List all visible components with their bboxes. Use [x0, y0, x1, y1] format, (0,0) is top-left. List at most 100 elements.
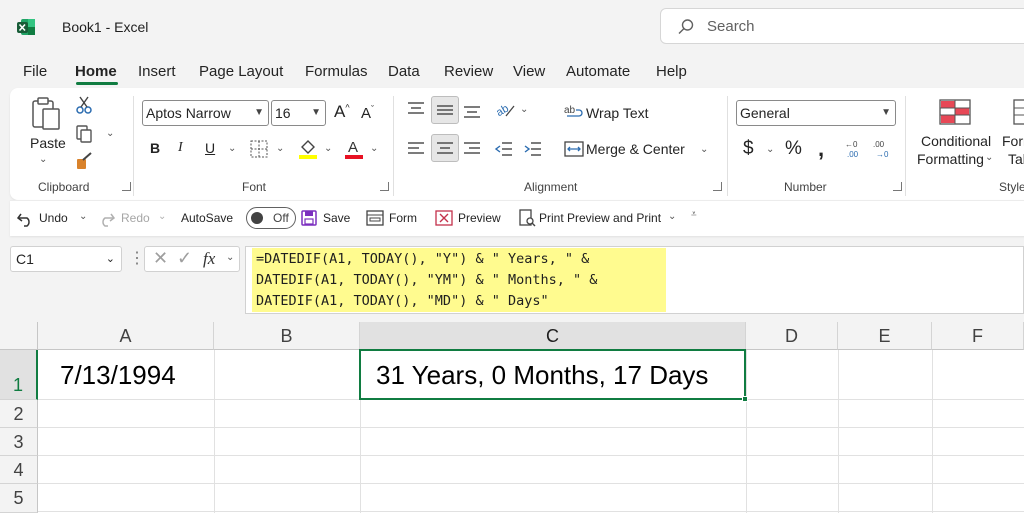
tab-page-layout[interactable]: Page Layout [199, 63, 283, 80]
column-header-f[interactable]: F [932, 322, 1024, 350]
tab-formulas[interactable]: Formulas [305, 63, 368, 80]
format-as-table-label[interactable]: Forr [1002, 133, 1024, 149]
font-family-select[interactable]: Aptos Narrow ▼ [142, 100, 269, 126]
redo-chevron-icon[interactable]: ⌄ [158, 211, 166, 222]
increase-font-icon[interactable]: A^ [334, 102, 350, 122]
tab-review[interactable]: Review [444, 63, 493, 80]
percent-icon[interactable]: % [785, 138, 802, 160]
more-options-icon[interactable]: ⋮ [129, 248, 145, 268]
save-icon[interactable] [300, 209, 318, 227]
paste-chevron-icon[interactable]: ⌄ [39, 154, 47, 165]
tab-home[interactable]: Home [75, 63, 117, 80]
format-as-table-icon[interactable] [1012, 98, 1024, 126]
row-header-2[interactable]: 2 [0, 400, 38, 428]
tab-help[interactable]: Help [656, 63, 687, 80]
insert-function-icon[interactable]: fx [203, 249, 215, 269]
bold-button[interactable]: B [150, 140, 160, 156]
number-format-select[interactable]: General ▼ [736, 100, 896, 126]
column-header-a[interactable]: A [38, 322, 214, 350]
row-header-5[interactable]: 5 [0, 484, 38, 513]
align-left-icon[interactable] [406, 140, 426, 158]
print-chevron-icon[interactable]: ⌄ [668, 211, 676, 222]
search-box[interactable]: Search [660, 8, 1024, 44]
increase-decimal-icon[interactable]: ←0.00 [844, 138, 866, 160]
align-right-icon[interactable] [462, 140, 482, 158]
format-painter-icon[interactable] [74, 151, 94, 171]
wrap-text-icon[interactable]: ab [564, 102, 584, 120]
orientation-icon[interactable]: ab [494, 100, 516, 120]
clipboard-launcher-icon[interactable] [122, 182, 131, 191]
number-launcher-icon[interactable] [893, 182, 902, 191]
conditional-chevron-icon[interactable]: ⌄ [985, 152, 993, 163]
tab-file[interactable]: File [23, 63, 47, 80]
underline-button[interactable]: U [205, 140, 215, 156]
conditional-formatting-icon[interactable] [938, 98, 972, 126]
select-all-corner[interactable] [0, 322, 38, 350]
name-box[interactable]: C1 ⌄ [10, 246, 122, 272]
align-center-button[interactable] [431, 134, 459, 162]
format-as-table-sub[interactable]: Tab [1008, 151, 1024, 167]
autosave-toggle[interactable]: Off [246, 207, 296, 229]
italic-button[interactable]: I [178, 140, 183, 156]
undo-button[interactable]: Undo [39, 211, 68, 225]
font-color-icon[interactable]: A [344, 138, 364, 160]
print-preview-icon[interactable] [518, 209, 536, 227]
conditional-formatting-sub[interactable]: Formatting [917, 151, 984, 167]
column-header-b[interactable]: B [214, 322, 360, 350]
customize-qat-icon[interactable]: ⩡ [691, 209, 697, 220]
redo-icon[interactable] [98, 210, 116, 228]
copy-icon[interactable] [74, 124, 94, 144]
cancel-icon[interactable]: ✕ [153, 248, 168, 269]
fill-color-chevron-icon[interactable]: ⌄ [324, 143, 332, 154]
fx-chevron-icon[interactable]: ⌄ [226, 252, 234, 263]
column-header-c[interactable]: C [360, 322, 746, 350]
currency-icon[interactable]: $ [743, 138, 754, 160]
print-preview-button[interactable]: Print Preview and Print [539, 211, 661, 225]
form-icon[interactable] [366, 210, 384, 226]
align-middle-button[interactable] [431, 96, 459, 124]
tab-view[interactable]: View [513, 63, 545, 80]
undo-chevron-icon[interactable]: ⌄ [79, 211, 87, 222]
form-button[interactable]: Form [389, 211, 417, 225]
increase-indent-icon[interactable] [523, 140, 543, 158]
borders-icon[interactable] [250, 140, 268, 158]
tab-insert[interactable]: Insert [138, 63, 176, 80]
row-header-4[interactable]: 4 [0, 456, 38, 484]
conditional-formatting-label[interactable]: Conditional [921, 133, 991, 149]
column-header-d[interactable]: D [746, 322, 838, 350]
font-color-chevron-icon[interactable]: ⌄ [370, 143, 378, 154]
paste-label[interactable]: Paste [30, 135, 66, 151]
paste-icon[interactable] [30, 96, 64, 132]
preview-icon[interactable] [435, 210, 453, 226]
align-top-icon[interactable] [406, 100, 426, 118]
underline-chevron-icon[interactable]: ⌄ [228, 143, 236, 154]
wrap-text-button[interactable]: Wrap Text [586, 105, 649, 121]
decrease-decimal-icon[interactable]: .00→0 [872, 138, 894, 160]
borders-chevron-icon[interactable]: ⌄ [276, 143, 284, 154]
font-launcher-icon[interactable] [380, 182, 389, 191]
preview-button[interactable]: Preview [458, 211, 501, 225]
tab-automate[interactable]: Automate [566, 63, 630, 80]
alignment-launcher-icon[interactable] [713, 182, 722, 191]
row-header-1[interactable]: 1 [0, 350, 38, 400]
row-header-3[interactable]: 3 [0, 428, 38, 456]
fill-handle[interactable] [742, 396, 748, 402]
copy-chevron-icon[interactable]: ⌄ [106, 128, 114, 139]
tab-data[interactable]: Data [388, 63, 420, 80]
font-size-select[interactable]: 16 ▼ [271, 100, 326, 126]
save-button[interactable]: Save [323, 211, 350, 225]
merge-chevron-icon[interactable]: ⌄ [700, 144, 708, 155]
formula-input[interactable]: =DATEDIF(A1, TODAY(), "Y") & " Years, " … [245, 246, 1024, 314]
align-bottom-icon[interactable] [462, 102, 482, 120]
cell-a1[interactable]: 7/13/1994 [60, 360, 176, 391]
enter-icon[interactable]: ✓ [177, 248, 192, 269]
decrease-indent-icon[interactable] [494, 140, 514, 158]
decrease-font-icon[interactable]: Aˇ [361, 104, 374, 122]
undo-icon[interactable] [16, 210, 34, 228]
merge-center-button[interactable]: Merge & Center [586, 141, 685, 157]
column-header-e[interactable]: E [838, 322, 932, 350]
cut-icon[interactable] [74, 95, 94, 115]
comma-style-icon[interactable]: , [818, 136, 824, 162]
currency-chevron-icon[interactable]: ⌄ [766, 144, 774, 155]
redo-button[interactable]: Redo [121, 211, 150, 225]
